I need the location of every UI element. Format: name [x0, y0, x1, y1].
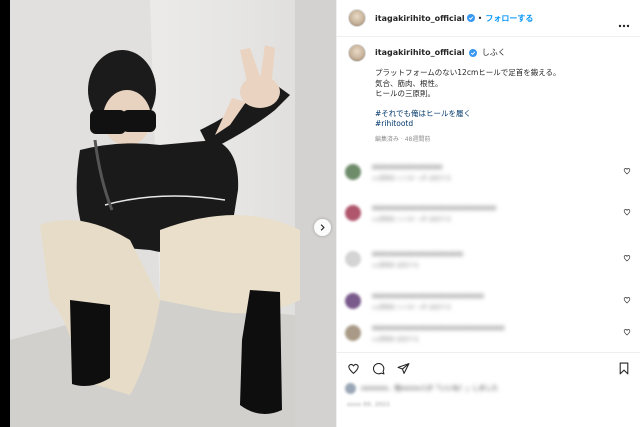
post-photo-illustration: [10, 0, 336, 427]
comment-avatar[interactable]: [345, 164, 361, 180]
heart-icon[interactable]: [347, 362, 360, 375]
comment-avatar[interactable]: [345, 205, 361, 221]
comment-item: xxxxxxxxxxxxxxxxxxxxxxxxxxxxxxxx xx週間前 返…: [345, 323, 637, 343]
heart-icon[interactable]: [623, 296, 631, 304]
avatar[interactable]: [348, 9, 366, 27]
comment-text: xxxxxxxxxxxxxxxxxxxxxx: [372, 249, 464, 258]
comment-meta: xx週間前 いいね！x件 返信する: [372, 304, 452, 311]
heart-icon[interactable]: [623, 254, 631, 262]
caption: itagakirihito_official しふく プラットフォームのない12…: [345, 44, 633, 145]
header-username[interactable]: itagakirihito_official: [375, 14, 465, 23]
liker-avatar[interactable]: [345, 383, 356, 394]
comment-icon[interactable]: [372, 362, 385, 375]
more-options-icon[interactable]: [618, 13, 630, 32]
caption-line: プラットフォームのない12cmヒールで足首を鍛える。: [375, 68, 561, 77]
likes-summary: xxxxxxx、他xxxxx人が「いいね！」しました: [345, 383, 498, 394]
separator-dot: •: [477, 13, 483, 23]
comment-avatar[interactable]: [345, 325, 361, 341]
post-header: itagakirihito_official • フォローする: [337, 0, 640, 37]
post-photo: [10, 0, 336, 427]
hashtag-link[interactable]: #rihitootd: [375, 119, 561, 130]
follow-button[interactable]: フォローする: [485, 13, 533, 24]
caption-line: ヒールの三原則。: [375, 89, 435, 98]
caption-line: 気合、筋肉、根性。: [375, 78, 443, 88]
action-bar: [337, 352, 640, 383]
chevron-right-icon: [320, 224, 325, 231]
bookmark-icon[interactable]: [618, 362, 630, 375]
caption-username[interactable]: itagakirihito_official: [375, 48, 465, 57]
comment-text: xxxxxxxxxxxxxxxxxxxxxxxxxxxxxxxx: [372, 323, 505, 332]
comment-meta: xx週間前 いいね！x件 返信する: [372, 175, 452, 182]
viewer-edge: [0, 0, 10, 427]
verified-badge-icon: [466, 14, 475, 22]
caption-text: プラットフォームのない12cmヒールで足首を鍛える。 気合、筋肉、根性。 ヒール…: [375, 68, 561, 100]
comment-text: xxxxxxxxxxxxxxxxxxxxxxxxxxx: [372, 291, 484, 300]
comment-meta: xx週間前 返信する: [372, 336, 419, 343]
post-date: xxxx 00, 2021: [347, 402, 391, 408]
post-meta: 編集済み · 48週間前: [375, 135, 431, 143]
comment-item: xxxxxxxxxxxxxxxxxxxxxxxxxxx xx週間前 いいね！x件…: [345, 291, 637, 311]
likes-text[interactable]: xxxxxxx、他xxxxx人が「いいね！」しました: [361, 384, 498, 393]
comment-avatar[interactable]: [345, 251, 361, 267]
next-photo-button[interactable]: [314, 219, 331, 236]
caption-tail: しふく: [481, 48, 506, 57]
post-side-panel: itagakirihito_official • フォローする itagakir…: [336, 0, 640, 427]
hashtag-link[interactable]: #それでも俺はヒールを履く: [375, 109, 561, 120]
comment-avatar[interactable]: [345, 293, 361, 309]
heart-icon[interactable]: [623, 167, 631, 175]
heart-icon[interactable]: [623, 208, 631, 216]
share-icon[interactable]: [397, 362, 410, 375]
comment-text: xxxxxxxxxxxxxxxxxxxxxxxxxxxxxx: [372, 203, 497, 212]
heart-icon[interactable]: [623, 328, 631, 336]
comment-meta: xx週間前 返信する: [372, 262, 419, 269]
verified-badge-icon: [469, 49, 478, 57]
comment-item: xxxxxxxxxxxxxxxxxxxxxx xx週間前 返信する: [345, 249, 637, 269]
comment-item: xxxxxxxxxxxxxxxxx xx週間前 いいね！x件 返信する: [345, 162, 637, 182]
caption-avatar[interactable]: [348, 44, 366, 62]
comment-item: xxxxxxxxxxxxxxxxxxxxxxxxxxxxxx xx週間前 いいね…: [345, 203, 637, 223]
comment-meta: xx週間前 いいね！x件 返信する: [372, 216, 452, 223]
comment-text: xxxxxxxxxxxxxxxxx: [372, 162, 443, 171]
